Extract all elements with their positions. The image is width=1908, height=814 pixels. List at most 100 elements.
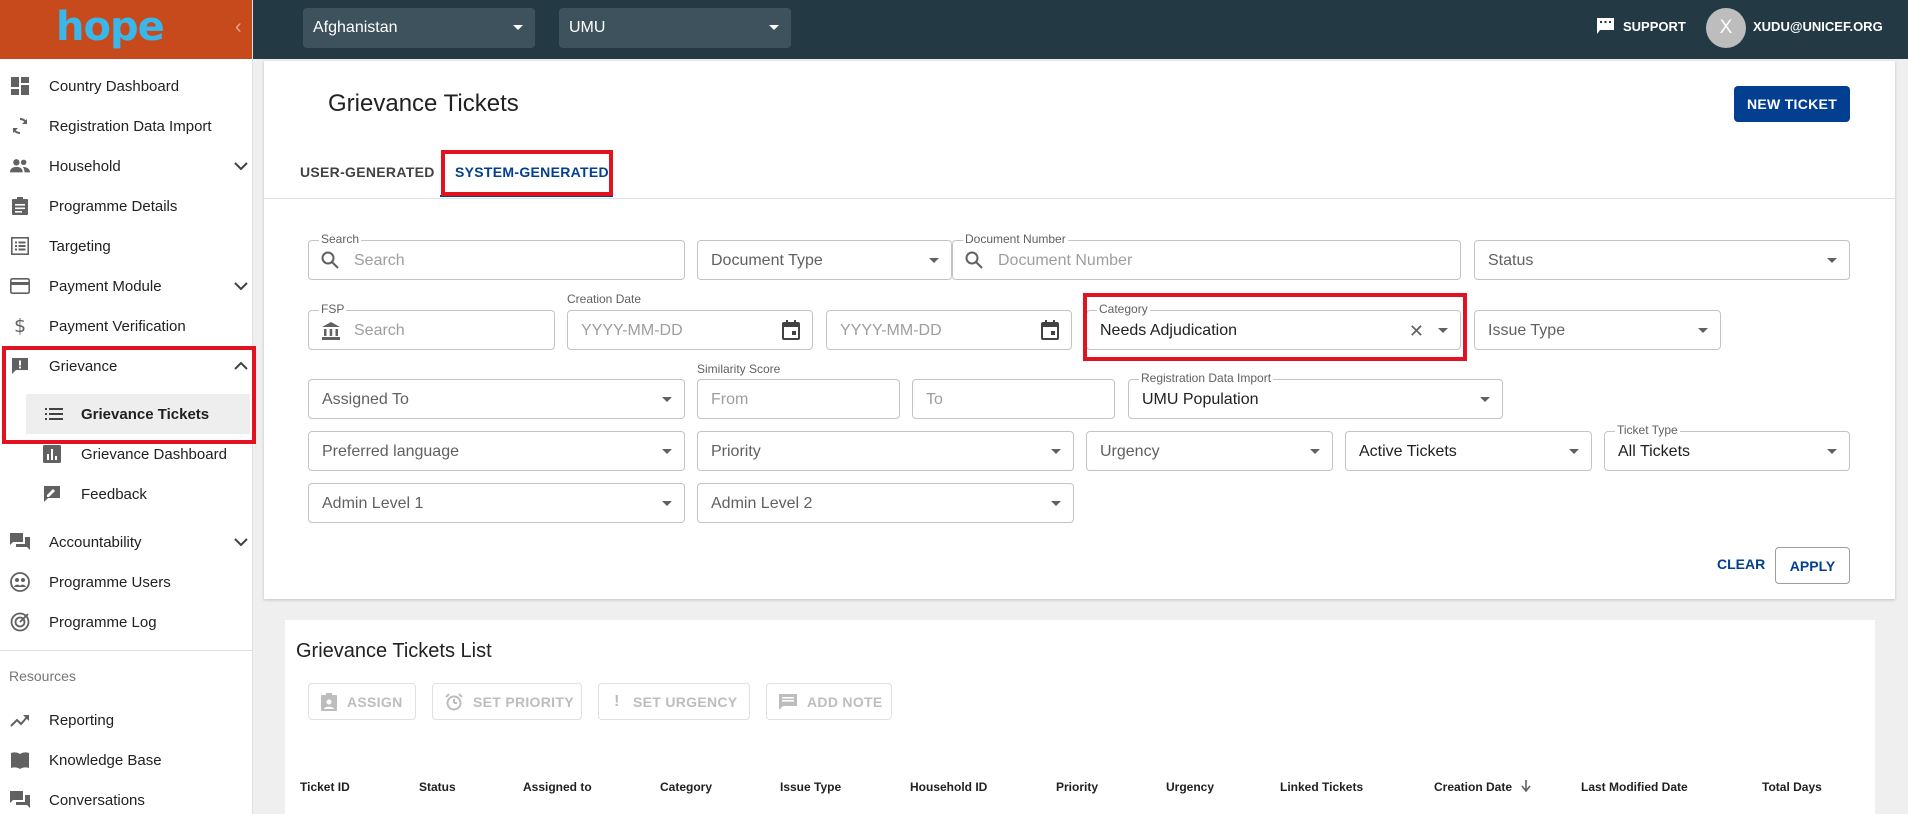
support-button[interactable]: SUPPORT	[1597, 18, 1686, 34]
date-from-placeholder: YYYY-MM-DD	[581, 322, 683, 339]
people-icon	[10, 157, 30, 175]
assign-label: ASSIGN	[347, 693, 403, 710]
sidebar-item-label: Payment Verification	[49, 317, 186, 335]
sidebar-item-grievance-tickets[interactable]: Grievance Tickets	[26, 394, 250, 434]
category-select[interactable]: Needs Adjudication ✕	[1086, 310, 1461, 350]
add-note-label: ADD NOTE	[807, 693, 883, 710]
bank-icon	[321, 321, 341, 345]
issue-type-select[interactable]: Issue Type	[1474, 310, 1721, 350]
document-number-placeholder: Document Number	[998, 252, 1133, 269]
priority-select[interactable]: Priority	[697, 431, 1074, 471]
country-select[interactable]: Afghanistan	[303, 8, 535, 48]
sidebar-item-label: Grievance Tickets	[81, 405, 210, 423]
sidebar-item-programme-details[interactable]: Programme Details	[0, 186, 252, 226]
column-header-issue-type[interactable]: Issue Type	[780, 780, 841, 794]
sidebar-item-grievance[interactable]: Grievance	[0, 346, 252, 386]
admin-level-1-label: Admin Level 1	[322, 495, 424, 512]
user-email[interactable]: XUDU@UNICEF.ORG	[1753, 19, 1883, 34]
assigned-to-select[interactable]: Assigned To	[308, 379, 685, 419]
hope-logo[interactable]: hope	[56, 4, 165, 50]
caret-down-icon	[662, 449, 672, 454]
clear-icon[interactable]: ✕	[1409, 321, 1424, 342]
sidebar-item-label: Accountability	[49, 533, 142, 551]
chat-icon	[1597, 18, 1614, 34]
tabs-divider	[264, 198, 1895, 199]
sidebar-item-payment-verification[interactable]: $ Payment Verification	[0, 306, 252, 346]
list-icon	[44, 405, 64, 423]
collapse-sidebar-icon[interactable]: ‹	[235, 16, 242, 39]
sidebar-item-payment-module[interactable]: Payment Module	[0, 266, 252, 306]
new-ticket-button[interactable]: NEW TICKET	[1734, 86, 1850, 122]
set-priority-button[interactable]: SET PRIORITY	[432, 683, 582, 720]
comment-icon	[779, 693, 797, 711]
creation-date-from[interactable]: YYYY-MM-DD	[567, 310, 813, 350]
sidebar-item-label: Payment Module	[49, 277, 162, 295]
tab-system-generated[interactable]: SYSTEM-GENERATED	[455, 164, 609, 180]
search-placeholder: Search	[354, 252, 405, 269]
assign-button[interactable]: ASSIGN	[308, 683, 416, 720]
program-select[interactable]: UMU	[559, 8, 791, 48]
caret-down-icon	[513, 25, 523, 30]
sidebar-item-label: Grievance	[49, 357, 118, 375]
preferred-language-select[interactable]: Preferred language	[308, 431, 685, 471]
registration-data-import-select[interactable]: UMU Population	[1128, 379, 1503, 419]
credit-card-icon	[10, 277, 30, 295]
sidebar-item-label: Programme Details	[49, 197, 178, 215]
arrow-down-icon	[1521, 780, 1531, 795]
set-urgency-button[interactable]: ! SET URGENCY	[598, 683, 750, 720]
admin-level-1-select[interactable]: Admin Level 1	[308, 483, 685, 523]
sidebar-item-household[interactable]: Household	[0, 146, 252, 186]
column-header-last-modified-date[interactable]: Last Modified Date	[1581, 780, 1688, 794]
column-header-household-id[interactable]: Household ID	[910, 780, 987, 794]
priority-high-icon: !	[614, 692, 620, 710]
sidebar-item-label: Programme Users	[49, 573, 171, 591]
similarity-from-field[interactable]: From	[697, 379, 900, 419]
column-header-urgency[interactable]: Urgency	[1166, 780, 1214, 794]
sidebar-item-targeting[interactable]: Targeting	[0, 226, 252, 266]
sidebar-item-reporting[interactable]: Reporting	[0, 700, 252, 740]
document-number-field[interactable]: Document Number	[952, 240, 1461, 280]
sidebar-item-label: Grievance Dashboard	[81, 445, 227, 463]
column-header-ticket-id[interactable]: Ticket ID	[300, 780, 350, 794]
add-note-button[interactable]: ADD NOTE	[766, 683, 892, 720]
admin-level-2-select[interactable]: Admin Level 2	[697, 483, 1074, 523]
document-type-select[interactable]: Document Type	[697, 240, 952, 280]
column-header-assigned-to[interactable]: Assigned to	[523, 780, 592, 794]
column-header-category[interactable]: Category	[660, 780, 712, 794]
sidebar-item-conversations[interactable]: Conversations	[0, 780, 252, 814]
ticket-type-select[interactable]: All Tickets	[1604, 431, 1850, 471]
urgency-select[interactable]: Urgency	[1086, 431, 1333, 471]
column-header-creation-date[interactable]: Creation Date	[1434, 780, 1531, 795]
clear-button[interactable]: CLEAR	[1717, 556, 1765, 572]
apply-button[interactable]: APPLY	[1775, 547, 1850, 584]
sidebar-item-label: Feedback	[81, 485, 147, 503]
sidebar-item-programme-log[interactable]: Programme Log	[0, 602, 252, 642]
category-value: Needs Adjudication	[1100, 322, 1237, 339]
column-header-status[interactable]: Status	[419, 780, 456, 794]
caret-down-icon	[1438, 328, 1448, 333]
column-header-linked-tickets[interactable]: Linked Tickets	[1280, 780, 1363, 794]
sidebar-item-grievance-dashboard[interactable]: Grievance Dashboard	[0, 434, 252, 474]
creation-date-to[interactable]: YYYY-MM-DD	[826, 310, 1072, 350]
caret-down-icon	[1480, 397, 1490, 402]
fsp-field[interactable]: Search	[308, 310, 555, 350]
sidebar-item-knowledge-base[interactable]: Knowledge Base	[0, 740, 252, 780]
sidebar-item-registration-data-import[interactable]: Registration Data Import	[0, 106, 252, 146]
calendar-icon[interactable]	[782, 320, 800, 344]
search-field[interactable]: Search	[308, 240, 685, 280]
sidebar-item-feedback[interactable]: Feedback	[0, 474, 252, 514]
column-header-total-days[interactable]: Total Days	[1762, 780, 1822, 794]
similarity-to-field[interactable]: To	[912, 379, 1115, 419]
caret-down-icon	[1051, 449, 1061, 454]
tab-user-generated[interactable]: USER-GENERATED	[300, 164, 435, 180]
calendar-icon[interactable]	[1041, 320, 1059, 344]
column-header-priority[interactable]: Priority	[1056, 780, 1098, 794]
avatar[interactable]: X	[1706, 8, 1746, 48]
search-icon	[321, 251, 339, 273]
sidebar-item-country-dashboard[interactable]: Country Dashboard	[0, 66, 252, 106]
sidebar-item-accountability[interactable]: Accountability	[0, 522, 252, 562]
active-tickets-select[interactable]: Active Tickets	[1345, 431, 1592, 471]
users-icon	[10, 572, 30, 592]
status-select[interactable]: Status	[1474, 240, 1850, 280]
sidebar-item-programme-users[interactable]: Programme Users	[0, 562, 252, 602]
